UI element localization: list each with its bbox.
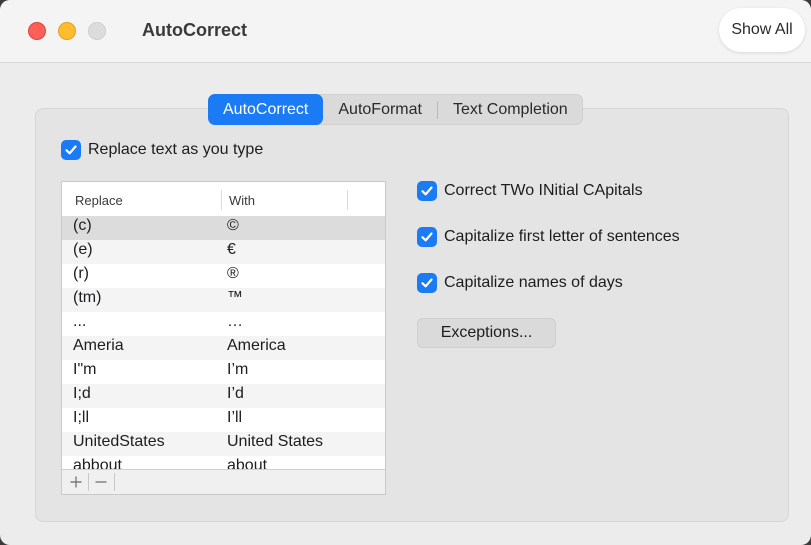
replace-cell: I;d xyxy=(73,385,91,402)
title-bar: AutoCorrect Show All xyxy=(0,0,811,63)
replace-cell: (e) xyxy=(73,241,93,258)
table-row[interactable]: (r) ® xyxy=(62,264,385,288)
with-cell: ® xyxy=(227,265,239,282)
with-cell: America xyxy=(227,337,286,354)
checkmark-icon xyxy=(421,186,433,196)
checkmark-icon xyxy=(421,232,433,242)
table-row[interactable]: I"m I’m xyxy=(62,360,385,384)
minimize-window-button[interactable] xyxy=(58,22,76,40)
table-row[interactable]: ... … xyxy=(62,312,385,336)
close-window-button[interactable] xyxy=(28,22,46,40)
checkmark-icon xyxy=(65,145,77,155)
add-entry-button[interactable] xyxy=(64,472,88,492)
replace-cell: abbout xyxy=(73,457,122,469)
button-divider xyxy=(114,473,115,491)
remove-entry-button[interactable] xyxy=(89,472,113,492)
with-cell: I’d xyxy=(227,385,244,402)
table-row[interactable]: I;ll I’ll xyxy=(62,408,385,432)
with-cell: about xyxy=(227,457,268,469)
with-cell: I’ll xyxy=(227,409,243,426)
with-cell: © xyxy=(227,217,239,234)
replace-text-option: Replace text as you type xyxy=(61,140,263,160)
column-header-with[interactable]: With xyxy=(229,193,255,208)
table-row[interactable]: UnitedStates United States xyxy=(62,432,385,456)
autocorrect-window: AutoCorrect Show All AutoCorrect AutoFor… xyxy=(0,0,811,545)
replace-cell: (r) xyxy=(73,265,89,282)
column-divider xyxy=(221,190,222,210)
table-rows: (c) © (e) € (r) ® (tm) ™ ...… Ameria America … xyxy=(62,216,385,469)
correct-two-initial-capitals-label: Correct TWo INitial CApitals xyxy=(444,182,643,199)
plus-icon xyxy=(70,476,82,488)
column-divider xyxy=(347,190,348,210)
table-row[interactable]: abbout about xyxy=(62,456,385,469)
table-row[interactable]: (e) € xyxy=(62,240,385,264)
correct-two-initial-capitals-option: Correct TWo INitial CApitals xyxy=(417,181,643,201)
table-footer xyxy=(62,469,385,494)
with-cell: … xyxy=(227,313,243,330)
table-header: Replace With xyxy=(62,182,385,217)
capitalize-names-of-days-checkbox[interactable] xyxy=(417,273,437,293)
tab-bar: AutoCorrect AutoFormat Text Completion xyxy=(208,94,583,125)
table-row[interactable]: (tm) ™ xyxy=(62,288,385,312)
table-row[interactable]: I;d I’d xyxy=(62,384,385,408)
correct-two-initial-capitals-checkbox[interactable] xyxy=(417,181,437,201)
minus-icon xyxy=(95,481,107,483)
tab-text-completion[interactable]: Text Completion xyxy=(438,94,583,125)
with-cell: I’m xyxy=(227,361,249,378)
replace-cell: (c) xyxy=(73,217,92,234)
table-row[interactable]: Ameria America xyxy=(62,336,385,360)
capitalize-names-of-days-label: Capitalize names of days xyxy=(444,274,623,291)
column-header-replace[interactable]: Replace xyxy=(75,193,123,208)
replace-text-checkbox[interactable] xyxy=(61,140,81,160)
replace-cell: I;ll xyxy=(73,409,89,426)
capitalize-first-letter-option: Capitalize first letter of sentences xyxy=(417,227,680,247)
replace-cell: UnitedStates xyxy=(73,433,165,450)
replace-text-label: Replace text as you type xyxy=(88,141,264,158)
checkmark-icon xyxy=(421,278,433,288)
capitalize-first-letter-checkbox[interactable] xyxy=(417,227,437,247)
replacements-table: Replace With (c) © (e) € (r) ® (tm) ™ ... … A… xyxy=(61,181,386,495)
zoom-window-button[interactable] xyxy=(88,22,106,40)
replace-cell: I"m xyxy=(73,361,97,378)
window-title: AutoCorrect xyxy=(142,20,248,40)
exceptions-button[interactable]: Exceptions... xyxy=(417,318,556,348)
replace-cell: (tm) xyxy=(73,289,102,306)
tab-autoformat[interactable]: AutoFormat xyxy=(323,94,437,125)
replace-cell: ... xyxy=(73,313,87,330)
with-cell: € xyxy=(227,241,236,258)
with-cell: United States xyxy=(227,433,324,450)
capitalize-names-of-days-option: Capitalize names of days xyxy=(417,273,623,293)
replace-cell: Ameria xyxy=(73,337,124,354)
show-all-button[interactable]: Show All xyxy=(719,8,805,52)
with-cell: ™ xyxy=(227,289,243,306)
table-row[interactable]: (c) © xyxy=(62,216,385,240)
capitalize-first-letter-label: Capitalize first letter of sentences xyxy=(444,228,680,245)
tab-autocorrect[interactable]: AutoCorrect xyxy=(208,94,324,125)
